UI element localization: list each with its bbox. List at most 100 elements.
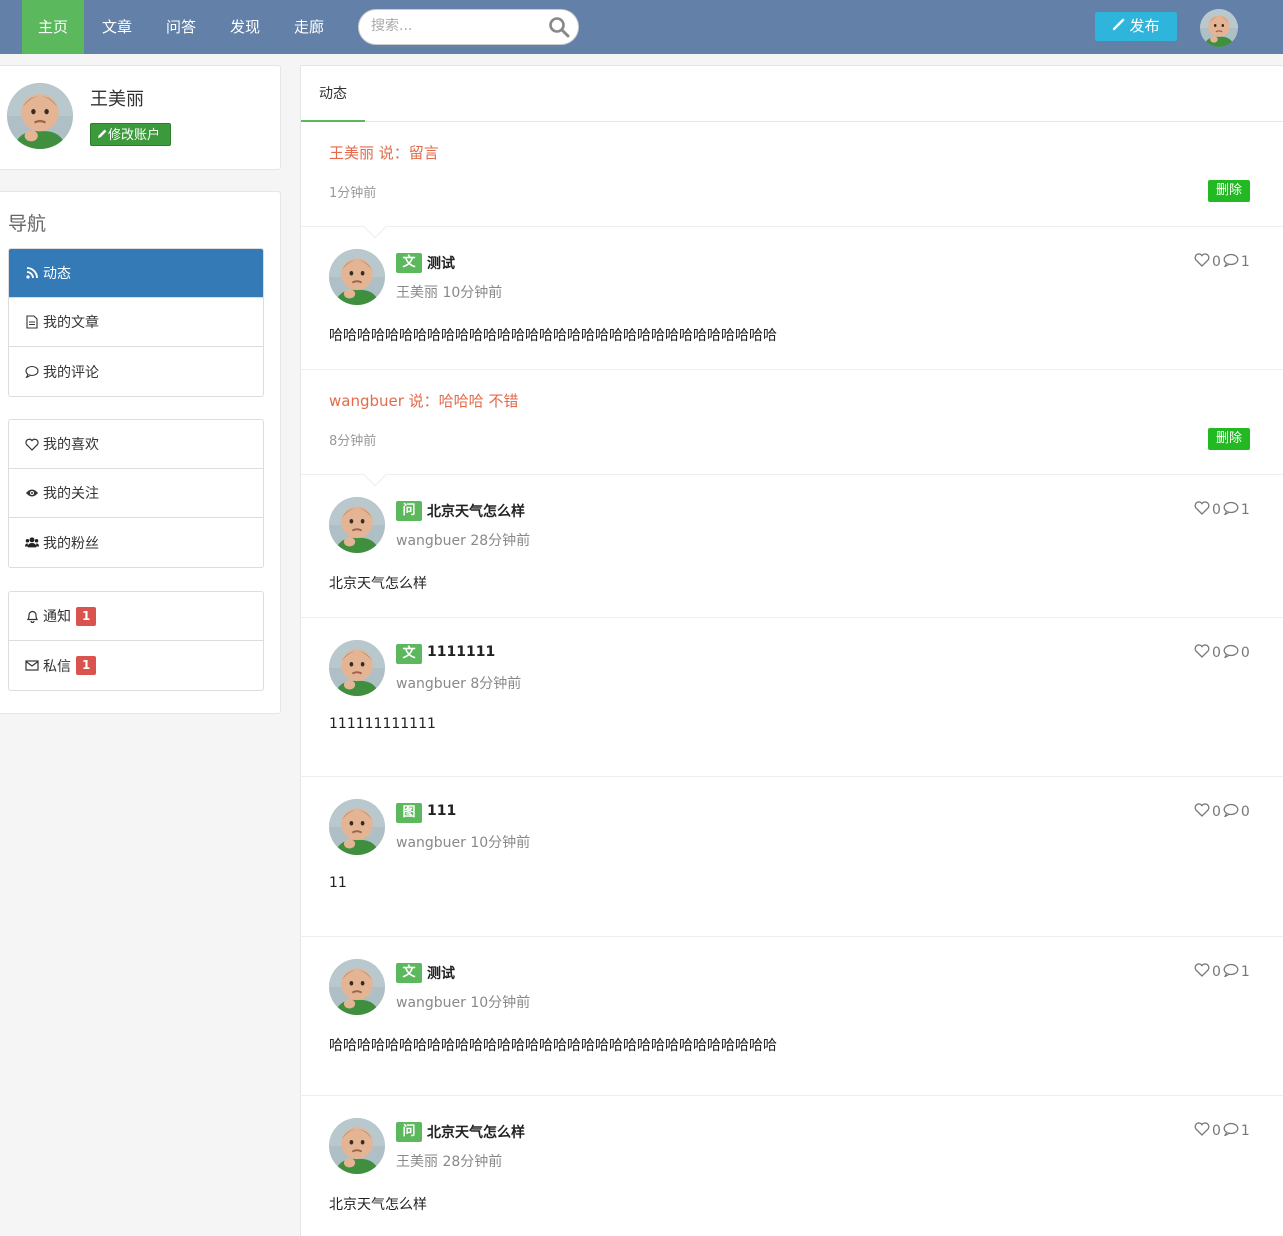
comment-count: 1 — [1240, 964, 1250, 980]
edit-account-button[interactable]: 修改账户 — [90, 123, 171, 146]
post-author-avatar[interactable] — [329, 799, 385, 855]
top-navbar: 主页 文章 问答 发现 走廊 发布 — [0, 0, 1283, 54]
feed-post: 文 1111111 wangbuer 8分钟前 0 0 111111111111 — [301, 618, 1283, 777]
comment-count: 1 — [1240, 502, 1250, 518]
nav-qa[interactable]: 问答 — [150, 0, 212, 54]
message-text: wangbuer 说：哈哈哈 不错 — [329, 392, 519, 410]
nav-discover[interactable]: 发现 — [214, 0, 276, 54]
sidebar-item-my-articles[interactable]: 我的文章 — [9, 298, 263, 347]
post-title[interactable]: 111 — [427, 803, 456, 819]
profile-card: 王美丽 修改账户 — [0, 65, 281, 170]
like-count: 0 — [1212, 254, 1221, 270]
sidebar-item-my-comments[interactable]: 我的评论 — [9, 347, 263, 396]
pencil-icon — [97, 124, 108, 147]
search-input[interactable] — [371, 18, 551, 34]
user-avatar[interactable] — [1200, 9, 1238, 47]
like-count: 0 — [1212, 964, 1221, 980]
magic-wand-icon — [1112, 12, 1126, 41]
sidebar-item-notifications[interactable]: 通知 1 — [9, 592, 263, 641]
message-item: wangbuer 说：哈哈哈 不错 8分钟前 删除 — [301, 370, 1283, 487]
comment-icon[interactable] — [1223, 501, 1239, 519]
post-stats: 0 1 — [1194, 963, 1250, 981]
message-text: 王美丽 说：留言 — [329, 144, 439, 162]
sidebar-item-private-messages[interactable]: 私信 1 — [9, 641, 263, 690]
delete-button[interactable]: 删除 — [1208, 428, 1250, 450]
envelope-icon — [25, 659, 39, 673]
profile-avatar — [7, 83, 73, 149]
nav-articles[interactable]: 文章 — [86, 0, 148, 54]
post-stats: 0 0 — [1194, 803, 1250, 821]
comment-icon[interactable] — [1223, 1122, 1239, 1140]
heart-icon[interactable] — [1194, 803, 1210, 821]
search-icon[interactable] — [548, 16, 570, 42]
like-count: 0 — [1212, 804, 1221, 820]
post-content: 111111111111 — [329, 716, 436, 732]
post-stats: 0 1 — [1194, 1122, 1250, 1140]
comment-count: 0 — [1240, 645, 1250, 661]
post-content: 北京天气怎么样 — [329, 1197, 427, 1213]
heart-icon[interactable] — [1194, 644, 1210, 662]
rss-icon — [25, 266, 39, 280]
nav-home[interactable]: 主页 — [22, 0, 85, 54]
post-title[interactable]: 测试 — [427, 963, 455, 983]
post-author-avatar[interactable] — [329, 959, 385, 1015]
post-title[interactable]: 北京天气怎么样 — [427, 1122, 525, 1142]
post-meta: wangbuer 28分钟前 — [396, 533, 531, 549]
comment-icon[interactable] — [1223, 644, 1239, 662]
nav-group-messages: 通知 1 私信 1 — [8, 591, 264, 691]
users-icon — [25, 536, 39, 550]
comment-icon[interactable] — [1223, 803, 1239, 821]
sidebar-item-label: 私信 — [43, 658, 71, 675]
notification-count-badge: 1 — [76, 606, 97, 626]
sidebar-nav: 导航 动态 我的文章 我的评论 我的喜欢 我的关注 我的粉丝 通知 1 私信 1 — [0, 191, 281, 714]
tab-activity[interactable]: 动态 — [301, 66, 365, 122]
sidebar-item-my-follows[interactable]: 我的关注 — [9, 469, 263, 518]
post-author-avatar[interactable] — [329, 640, 385, 696]
post-type-tag: 文 — [396, 963, 422, 983]
like-count: 0 — [1212, 502, 1221, 518]
delete-button[interactable]: 删除 — [1208, 180, 1250, 202]
post-content: 哈哈哈哈哈哈哈哈哈哈哈哈哈哈哈哈哈哈哈哈哈哈哈哈哈哈哈哈哈哈哈哈 — [329, 328, 777, 344]
message-time: 1分钟前 — [329, 186, 377, 201]
publish-button[interactable]: 发布 — [1095, 12, 1177, 41]
eye-icon — [25, 486, 39, 500]
sidebar-item-label: 我的文章 — [43, 315, 99, 331]
like-count: 0 — [1212, 645, 1221, 661]
feed-post: 文 测试 wangbuer 10分钟前 0 1 哈哈哈哈哈哈哈哈哈哈哈哈哈哈哈哈… — [301, 937, 1283, 1096]
bell-icon — [25, 609, 39, 623]
heart-icon[interactable] — [1194, 963, 1210, 981]
publish-label: 发布 — [1129, 17, 1160, 35]
sidebar-title: 导航 — [8, 213, 47, 235]
nav-group-activity: 动态 我的文章 我的评论 — [8, 248, 264, 397]
sidebar-item-my-fans[interactable]: 我的粉丝 — [9, 518, 263, 567]
sidebar-item-label: 我的评论 — [43, 364, 99, 381]
sidebar-item-label: 通知 — [43, 609, 71, 625]
sidebar-item-activity[interactable]: 动态 — [9, 249, 263, 298]
feed-post: 图 111 wangbuer 10分钟前 0 0 11 — [301, 777, 1283, 937]
comment-icon[interactable] — [1223, 253, 1239, 271]
post-meta: 王美丽 28分钟前 — [396, 1154, 503, 1170]
post-stats: 0 0 — [1194, 644, 1250, 662]
heart-icon[interactable] — [1194, 1122, 1210, 1140]
feed-post: 问 北京天气怎么样 王美丽 28分钟前 0 1 北京天气怎么样 — [301, 1096, 1283, 1236]
comment-icon[interactable] — [1223, 963, 1239, 981]
sidebar-item-label: 我的粉丝 — [43, 535, 99, 552]
post-title[interactable]: 测试 — [427, 253, 455, 273]
heart-icon[interactable] — [1194, 253, 1210, 271]
heart-icon[interactable] — [1194, 501, 1210, 519]
post-title[interactable]: 北京天气怎么样 — [427, 501, 525, 521]
edit-account-label: 修改账户 — [108, 128, 161, 143]
nav-group-social: 我的喜欢 我的关注 我的粉丝 — [8, 419, 264, 568]
post-title[interactable]: 1111111 — [427, 644, 495, 660]
post-author-avatar[interactable] — [329, 1118, 385, 1174]
post-type-tag: 问 — [396, 1122, 422, 1142]
post-content: 11 — [329, 875, 347, 891]
like-count: 0 — [1212, 1123, 1221, 1139]
heart-icon — [25, 437, 39, 451]
post-author-avatar[interactable] — [329, 497, 385, 553]
post-meta: wangbuer 8分钟前 — [396, 676, 522, 692]
message-count-badge: 1 — [76, 656, 97, 675]
nav-corridor[interactable]: 走廊 — [278, 0, 340, 54]
sidebar-item-my-likes[interactable]: 我的喜欢 — [9, 420, 263, 469]
post-author-avatar[interactable] — [329, 249, 385, 305]
